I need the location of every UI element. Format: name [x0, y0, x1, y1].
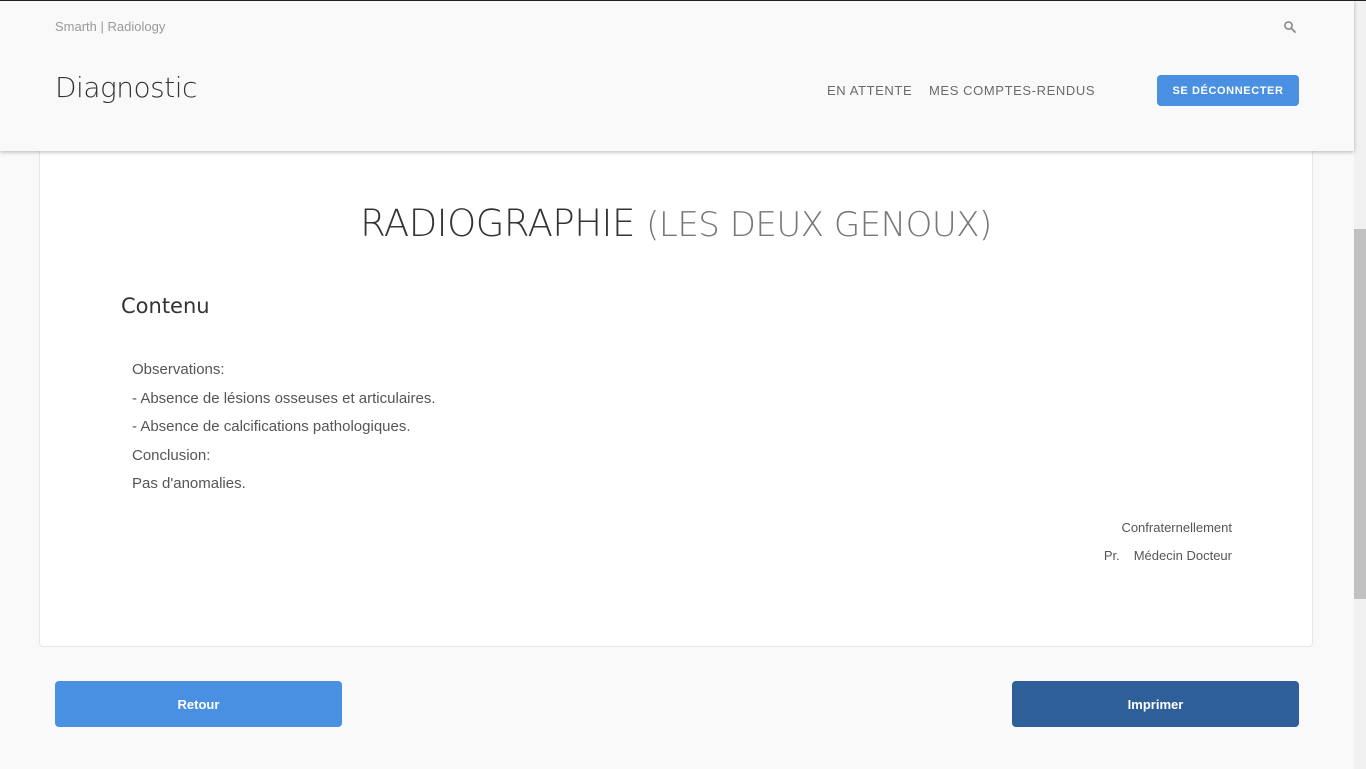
- brand-label: Smarth | Radiology: [55, 19, 166, 34]
- signature-line: Pr. Médecin Docteur: [1104, 542, 1232, 570]
- section-heading: Contenu: [121, 294, 210, 318]
- top-header: Smarth | Radiology Diagnostic EN ATTENTE…: [0, 1, 1354, 151]
- search-icon[interactable]: [1283, 20, 1297, 34]
- report-line: Pas d'anomalies.: [132, 475, 246, 492]
- exam-region: (LES DEUX GENOUX): [646, 205, 992, 245]
- report-line: Conclusion:: [132, 446, 211, 464]
- report-card: RADIOGRAPHIE (LES DEUX GENOUX) Contenu O…: [39, 121, 1313, 647]
- exam-type: RADIOGRAPHIE: [360, 202, 635, 245]
- signature-name: Médecin Docteur: [1133, 548, 1232, 563]
- report-title: RADIOGRAPHIE (LES DEUX GENOUX): [40, 202, 1312, 245]
- signature-title: Pr.: [1103, 548, 1120, 563]
- nav-my-reports[interactable]: MES COMPTES-RENDUS: [929, 83, 1095, 98]
- report-line: Observations:: [132, 361, 225, 378]
- report-line: - Absence de lésions osseuses et articul…: [132, 389, 436, 407]
- nav-pending[interactable]: EN ATTENTE: [827, 83, 912, 98]
- logout-button[interactable]: SE DÉCONNECTER: [1157, 75, 1299, 106]
- back-button[interactable]: Retour: [55, 681, 342, 727]
- print-button[interactable]: Imprimer: [1012, 681, 1299, 727]
- signature-closing: Confraternellement: [1121, 520, 1232, 535]
- page-title: Diagnostic: [55, 71, 197, 104]
- scrollbar-thumb[interactable]: [1354, 229, 1366, 599]
- report-line: - Absence de calcifications pathologique…: [132, 418, 411, 435]
- report-body: Observations: - Absence de lésions osseu…: [132, 356, 436, 499]
- signature-block: Confraternellement Pr. Médecin Docteur: [1104, 514, 1232, 570]
